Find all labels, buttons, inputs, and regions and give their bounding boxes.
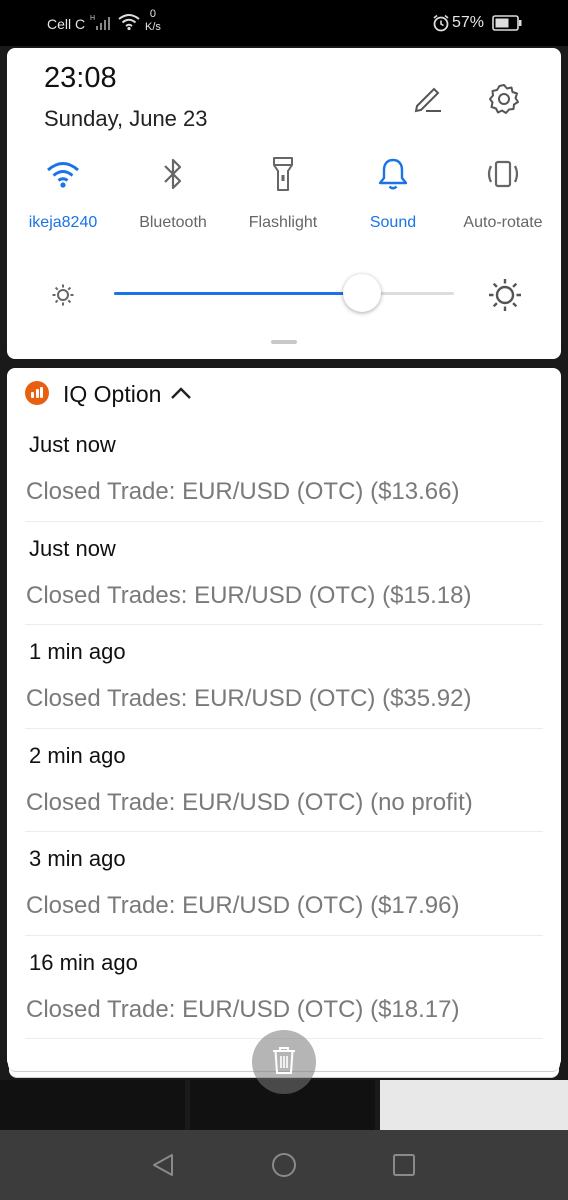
auto-rotate-icon: [448, 156, 558, 192]
chevron-up-icon[interactable]: [170, 385, 192, 406]
tile-wifi[interactable]: ikeja8240: [8, 156, 118, 232]
notification-text: Closed Trade: EUR/USD (OTC) ($17.96): [26, 892, 460, 919]
notification-text: Closed Trades: EUR/USD (OTC) ($35.92): [26, 685, 472, 712]
clock-time: 23:08: [44, 62, 117, 94]
clear-all-button[interactable]: [252, 1030, 316, 1094]
notification-text: Closed Trade: EUR/USD (OTC) (no profit): [26, 788, 473, 816]
notification-item[interactable]: Just now Closed Trade: EUR/USD (OTC) ($13…: [7, 418, 561, 522]
recents-icon[interactable]: [392, 1153, 416, 1182]
notification-card[interactable]: IQ Option Just now Closed Trade: EUR/USD …: [7, 368, 561, 1068]
clock-date: Sunday, June 23: [44, 106, 208, 131]
brightness-low-icon: [51, 283, 75, 312]
battery-percent: 57%: [452, 14, 485, 31]
wifi-icon: [117, 13, 141, 34]
flashlight-icon: [228, 156, 338, 192]
bluetooth-icon: [118, 156, 228, 192]
app-name: IQ Option: [63, 381, 162, 407]
notification-item[interactable]: Just now Closed Trades: EUR/USD (OTC) ($1…: [7, 522, 561, 626]
notification-text: Closed Trade: EUR/USD (OTC) ($13.66): [26, 478, 460, 505]
brightness-slider-thumb[interactable]: [343, 274, 382, 312]
notification-time: 1 min ago: [29, 639, 126, 664]
notification-text: Closed Trade: EUR/USD (OTC) ($18.17): [26, 995, 460, 1023]
tile-label: Sound: [369, 214, 417, 231]
notification-text: Closed Trades: EUR/USD (OTC) ($15.18): [26, 581, 472, 609]
bell-icon: [338, 156, 448, 192]
back-icon[interactable]: [150, 1152, 176, 1183]
brightness-slider-fill: [114, 292, 363, 295]
tile-label: Bluetooth: [139, 214, 207, 231]
battery-icon: [492, 15, 522, 34]
home-icon[interactable]: [271, 1152, 297, 1183]
background-content: [380, 1080, 568, 1130]
tile-auto-rotate[interactable]: Auto-rotate: [448, 156, 558, 232]
network-speed: 0 K/s: [145, 8, 161, 34]
notification-time: 3 min ago: [29, 846, 126, 871]
network-speed-unit: K/s: [145, 21, 161, 33]
tile-label: ikeja8240: [28, 214, 98, 231]
notification-item[interactable]: 2 min ago Closed Trade: EUR/USD (OTC) (no…: [7, 729, 561, 833]
notification-item[interactable]: 16 min ago Closed Trade: EUR/USD (OTC) ($…: [7, 936, 561, 1040]
tile-label: Flashlight: [248, 214, 318, 231]
quick-settings-panel: 23:08 Sunday, June 23 ikeja8240 Bluetoot…: [7, 48, 561, 359]
signal-icon: H: [90, 12, 114, 35]
tile-flashlight[interactable]: Flashlight: [228, 156, 338, 232]
background-content: [0, 1080, 185, 1130]
notification-header[interactable]: IQ Option: [7, 368, 561, 418]
notification-item[interactable]: 3 min ago Closed Trade: EUR/USD (OTC) ($1…: [7, 832, 561, 936]
notification-time: 2 min ago: [29, 742, 126, 768]
alarm-icon: [432, 14, 450, 35]
tile-bluetooth[interactable]: Bluetooth: [118, 156, 228, 232]
notification-list: Just now Closed Trade: EUR/USD (OTC) ($13…: [7, 418, 561, 1039]
svg-text:H: H: [90, 15, 95, 22]
network-speed-value: 0: [149, 8, 157, 20]
brightness-high-icon: [487, 277, 523, 318]
carrier-label: Cell C: [47, 16, 86, 32]
tile-label: Auto-rotate: [463, 214, 543, 231]
notification-time: 16 min ago: [29, 949, 138, 975]
settings-gear-icon[interactable]: [487, 82, 521, 121]
notification-time: Just now: [29, 432, 116, 457]
tile-sound[interactable]: Sound: [338, 156, 448, 232]
notification-item[interactable]: 1 min ago Closed Trades: EUR/USD (OTC) ($…: [7, 625, 561, 729]
wifi-icon: [8, 156, 118, 192]
notification-time: Just now: [29, 535, 116, 561]
iq-option-app-icon: [25, 381, 49, 405]
trash-icon: [271, 1045, 297, 1080]
edit-icon[interactable]: [412, 82, 444, 119]
brightness-slider[interactable]: [114, 274, 454, 312]
navigation-bar: [0, 1130, 568, 1200]
status-bar: Cell C H 0 K/s 57%: [0, 0, 568, 46]
expand-handle[interactable]: [271, 340, 297, 344]
